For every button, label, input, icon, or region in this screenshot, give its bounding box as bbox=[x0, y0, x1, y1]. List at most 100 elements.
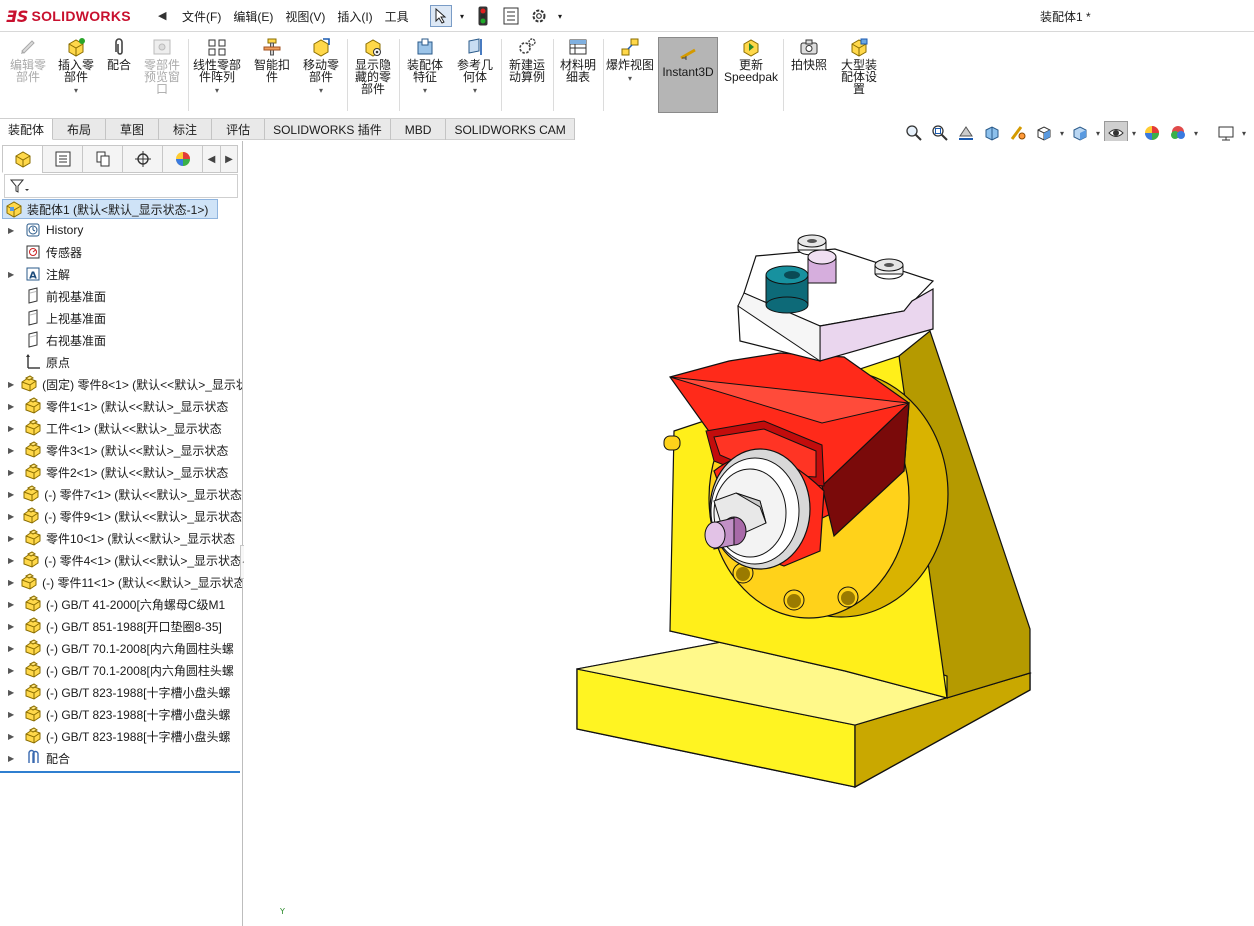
expand-arrow-icon[interactable]: ▶ bbox=[8, 666, 18, 675]
expand-arrow-icon[interactable]: ▶ bbox=[8, 468, 18, 477]
update-speedpak-button[interactable]: 更新Speedpak bbox=[722, 37, 780, 113]
tree-item[interactable]: ▶ (-) GB/T 823-1988[十字槽小盘头螺 bbox=[0, 703, 242, 725]
expand-arrow-icon[interactable]: ▶ bbox=[8, 226, 18, 235]
filter-funnel-icon[interactable] bbox=[9, 177, 31, 195]
instant3d-button[interactable]: Instant3D bbox=[658, 37, 718, 113]
large-assembly-settings-button[interactable]: 大型装配体设置 bbox=[836, 37, 882, 113]
tab-evaluate[interactable]: 评估 bbox=[212, 119, 266, 140]
tree-item[interactable]: ▶ (固定) 零件8<1> (默认<<默认>_显示状态 bbox=[0, 373, 242, 395]
tree-item[interactable]: ▶ (-) 零件4<1> (默认<<默认>_显示状态 bbox=[0, 549, 242, 571]
tab-layout[interactable]: 布局 bbox=[53, 119, 107, 140]
menu-pin-arrow-icon[interactable]: ◀ bbox=[158, 9, 166, 22]
expand-arrow-icon[interactable]: ▶ bbox=[8, 600, 18, 609]
apply-scene-dropdown-icon[interactable]: ▾ bbox=[1192, 129, 1200, 138]
expand-arrow-icon[interactable]: ▶ bbox=[8, 710, 18, 719]
expand-arrow-icon[interactable]: ▶ bbox=[8, 446, 18, 455]
tab-scroll-left-icon[interactable]: ◀ bbox=[202, 145, 220, 173]
tab-configuration-manager[interactable] bbox=[82, 145, 122, 173]
linear-pattern-button[interactable]: 线性零部件阵列 ▾ bbox=[190, 37, 244, 113]
tree-item[interactable]: 右视基准面 bbox=[0, 329, 242, 351]
expand-arrow-icon[interactable]: ▶ bbox=[8, 512, 16, 521]
teal-bushing[interactable] bbox=[765, 265, 809, 314]
options-dropdown-icon[interactable]: ▾ bbox=[556, 5, 564, 27]
expand-arrow-icon[interactable]: ▶ bbox=[8, 644, 18, 653]
tree-item[interactable]: ▶ (-) 零件7<1> (默认<<默认>_显示状态 bbox=[0, 483, 242, 505]
assembly-model-render[interactable] bbox=[244, 141, 1254, 926]
tab-scroll-right-icon[interactable]: ▶ bbox=[220, 145, 238, 173]
tree-item[interactable]: ▶ 零件2<1> (默认<<默认>_显示状态 bbox=[0, 461, 242, 483]
expand-arrow-icon[interactable]: ▶ bbox=[8, 732, 18, 741]
menu-insert[interactable]: 插入(I) bbox=[331, 8, 378, 25]
tree-item[interactable]: ▶ (-) GB/T 41-2000[六角螺母C级M1 bbox=[0, 593, 242, 615]
expand-arrow-icon[interactable]: ▶ bbox=[8, 402, 18, 411]
menu-file[interactable]: 文件(F) bbox=[176, 8, 227, 25]
reference-geometry-button[interactable]: 参考几何体 ▾ bbox=[452, 37, 498, 113]
show-hidden-components-button[interactable]: 显示隐藏的零部件 bbox=[350, 37, 396, 113]
menu-edit[interactable]: 编辑(E) bbox=[227, 8, 279, 25]
insert-component-dropdown-icon[interactable]: ▾ bbox=[74, 85, 78, 97]
new-motion-study-button[interactable]: 新建运动算例 bbox=[504, 37, 550, 113]
view-orientation-dropdown-icon[interactable]: ▾ bbox=[1058, 129, 1066, 138]
expand-arrow-icon[interactable]: ▶ bbox=[8, 490, 16, 499]
tab-property-manager[interactable] bbox=[42, 145, 82, 173]
tree-item[interactable]: ▶ 零件1<1> (默认<<默认>_显示状态 bbox=[0, 395, 242, 417]
bill-of-materials-button[interactable]: 材料明细表 bbox=[556, 37, 600, 113]
tab-sketch[interactable]: 草图 bbox=[106, 119, 160, 140]
linear-pattern-dropdown-icon[interactable]: ▾ bbox=[215, 85, 219, 97]
tree-filter[interactable] bbox=[4, 174, 238, 198]
exploded-view-dropdown-icon[interactable]: ▾ bbox=[628, 73, 632, 85]
tree-item[interactable]: ▶ A 注解 bbox=[0, 263, 242, 285]
hide-show-dropdown-icon[interactable]: ▾ bbox=[1130, 129, 1138, 138]
smart-fasteners-button[interactable]: 智能扣件 bbox=[250, 37, 294, 113]
expand-arrow-icon[interactable]: ▶ bbox=[8, 556, 16, 565]
insert-component-button[interactable]: 插入零部件 ▾ bbox=[54, 37, 98, 113]
options-gear-icon[interactable] bbox=[528, 5, 550, 27]
move-component-button[interactable]: 移动零部件 ▾ bbox=[298, 37, 344, 113]
view-settings-dropdown-icon[interactable]: ▾ bbox=[1240, 129, 1248, 138]
exploded-view-button[interactable]: 爆炸视图 ▾ bbox=[606, 37, 654, 113]
tree-item[interactable]: 上视基准面 bbox=[0, 307, 242, 329]
tab-mbd[interactable]: MBD bbox=[391, 119, 447, 140]
file-properties-icon[interactable] bbox=[500, 5, 522, 27]
tree-item[interactable]: ▶ (-) GB/T 70.1-2008[内六角圆柱头螺 bbox=[0, 637, 242, 659]
tree-item[interactable]: 传感器 bbox=[0, 241, 242, 263]
display-style-dropdown-icon[interactable]: ▾ bbox=[1094, 129, 1102, 138]
tree-item[interactable]: ▶ (-) GB/T 851-1988[开口垫圈8-35] bbox=[0, 615, 242, 637]
take-snapshot-button[interactable]: 拍快照 bbox=[786, 37, 832, 113]
tree-item[interactable]: ▶ (-) GB/T 70.1-2008[内六角圆柱头螺 bbox=[0, 659, 242, 681]
expand-arrow-icon[interactable]: ▶ bbox=[8, 534, 18, 543]
tab-assembly[interactable]: 装配体 bbox=[0, 119, 54, 140]
tab-dimxpert-manager[interactable] bbox=[122, 145, 162, 173]
tree-item[interactable]: 原点 bbox=[0, 351, 242, 373]
expand-arrow-icon[interactable]: ▶ bbox=[8, 578, 14, 587]
expand-arrow-icon[interactable]: ▶ bbox=[8, 754, 18, 763]
tab-display-manager[interactable] bbox=[162, 145, 202, 173]
mate-button[interactable]: 配合 bbox=[102, 37, 136, 113]
select-dropdown-icon[interactable]: ▾ bbox=[458, 5, 466, 27]
expand-arrow-icon[interactable]: ▶ bbox=[8, 622, 18, 631]
tab-markup[interactable]: 标注 bbox=[159, 119, 213, 140]
tree-item[interactable]: ▶ (-) 零件11<1> (默认<<默认>_显示状态 bbox=[0, 571, 242, 593]
edit-component-button[interactable]: 编辑零部件 bbox=[6, 37, 50, 113]
tree-item[interactable]: ▶ (-) GB/T 823-1988[十字槽小盘头螺 bbox=[0, 725, 242, 747]
component-preview-button[interactable]: 零部件预览窗口 bbox=[140, 37, 184, 113]
expand-arrow-icon[interactable]: ▶ bbox=[8, 380, 14, 389]
tree-root-assembly[interactable]: 装配体1 (默认<默认_显示状态-1>) bbox=[2, 199, 218, 219]
tab-solidworks-cam[interactable]: SOLIDWORKS CAM bbox=[446, 119, 575, 140]
tree-item[interactable]: ▶ 配合 bbox=[0, 747, 242, 769]
tree-item[interactable]: ▶ 工件<1> (默认<<默认>_显示状态 bbox=[0, 417, 242, 439]
tree-item[interactable]: ▶ 零件10<1> (默认<<默认>_显示状态 bbox=[0, 527, 242, 549]
tree-item[interactable]: ▶ (-) 零件9<1> (默认<<默认>_显示状态 bbox=[0, 505, 242, 527]
assembly-features-dropdown-icon[interactable]: ▾ bbox=[423, 85, 427, 97]
rebuild-traffic-light-icon[interactable] bbox=[472, 5, 494, 27]
tab-solidworks-addins[interactable]: SOLIDWORKS 插件 bbox=[265, 119, 391, 140]
solidworks-logo[interactable]: ƎS SOLIDWORKS bbox=[6, 3, 152, 29]
menu-tools[interactable]: 工具 bbox=[379, 8, 415, 25]
tree-item[interactable]: ▶ 零件3<1> (默认<<默认>_显示状态 bbox=[0, 439, 242, 461]
tree-item[interactable]: 前视基准面 bbox=[0, 285, 242, 307]
assembly-features-button[interactable]: 装配体特征 ▾ bbox=[402, 37, 448, 113]
menu-view[interactable]: 视图(V) bbox=[279, 8, 331, 25]
graphics-area[interactable]: Y bbox=[244, 141, 1254, 926]
expand-arrow-icon[interactable]: ▶ bbox=[8, 688, 18, 697]
washer-and-nut[interactable] bbox=[709, 448, 811, 570]
